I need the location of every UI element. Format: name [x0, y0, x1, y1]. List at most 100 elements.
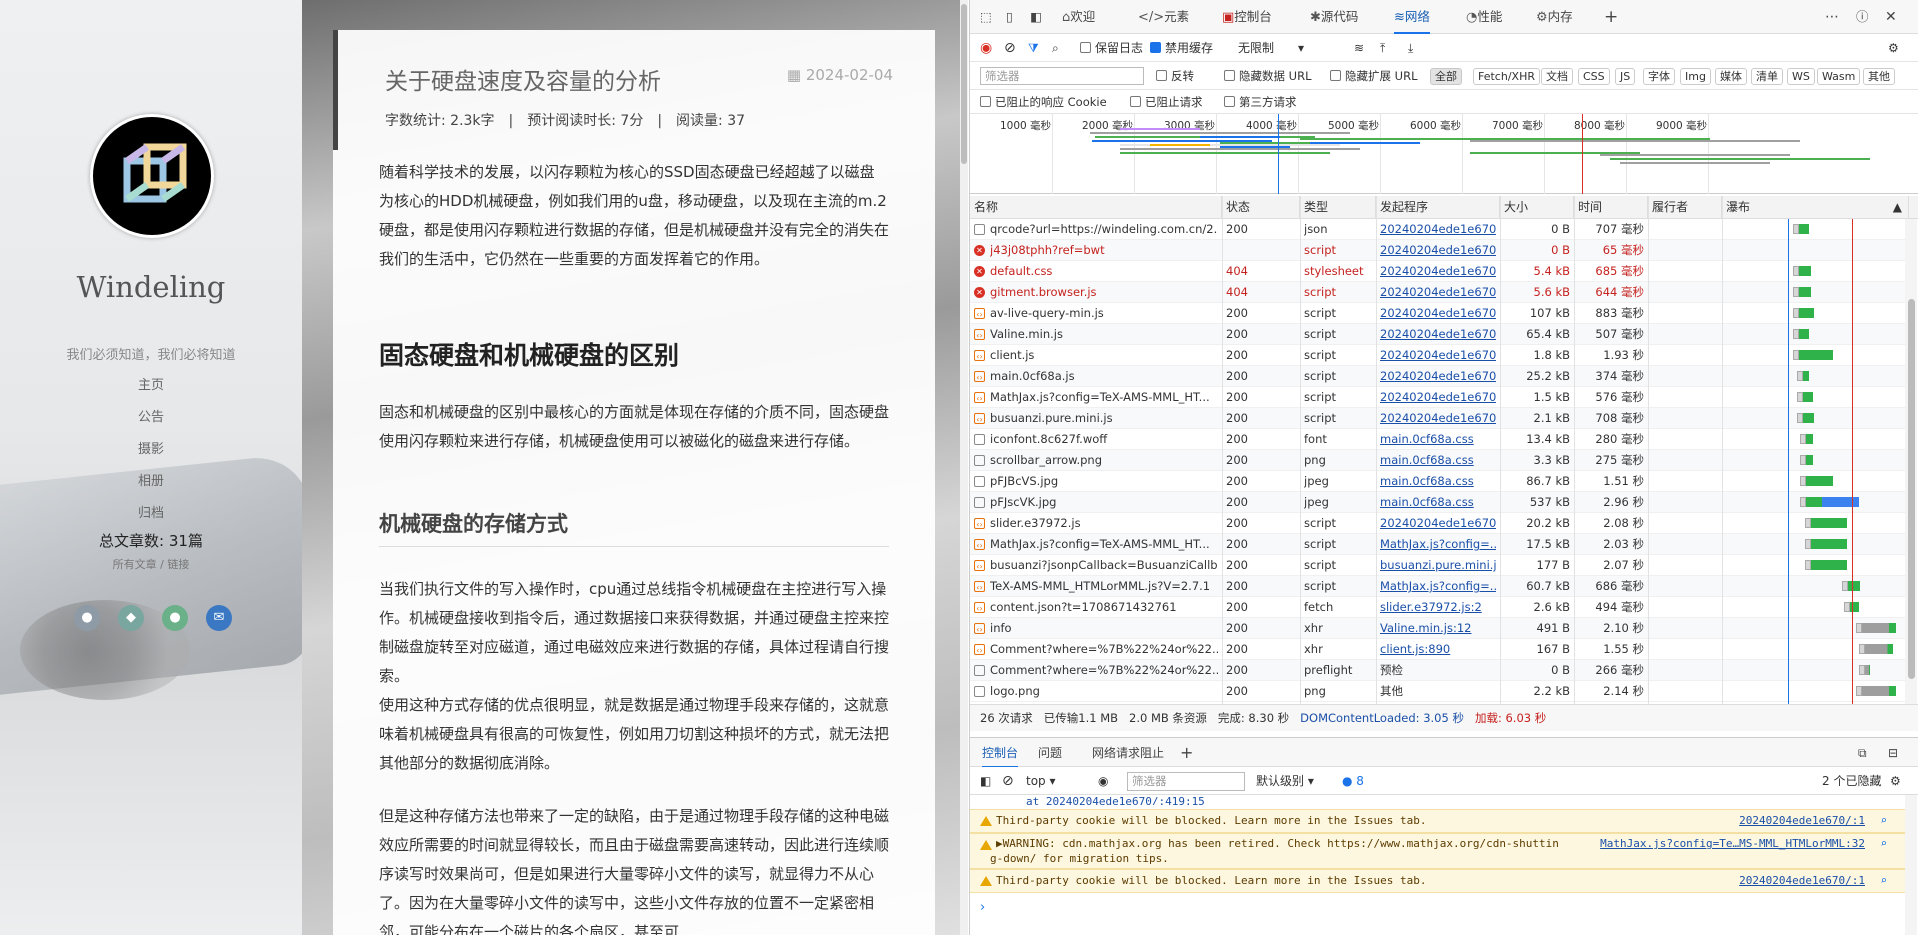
column-separator[interactable]: [1500, 196, 1501, 704]
table-row[interactable]: Comment?where=%7B%22%24or%22... 200 prefli…: [970, 660, 1910, 681]
cell-name[interactable]: scrollbar_arrow.png: [990, 450, 1218, 471]
log-level-select[interactable]: 默认级别 ▾: [1256, 767, 1314, 795]
filter-type-js[interactable]: JS: [1615, 68, 1636, 85]
cell-initiator[interactable]: Valine.min.js:12: [1380, 618, 1496, 639]
table-row[interactable]: ✕ default.css 404 stylesheet 20240204ede1e67…: [970, 261, 1910, 282]
cell-name[interactable]: qrcode?url=https://windeling.com.cn/2...: [990, 219, 1218, 240]
console-stack-line[interactable]: at 20240204ede1e670/:419:15: [1026, 795, 1205, 805]
cell-name[interactable]: pFJBcVS.jpg: [990, 471, 1218, 492]
col-type[interactable]: 类型: [1300, 196, 1376, 219]
cell-initiator[interactable]: main.0cf68a.css: [1380, 492, 1496, 513]
console-prompt-icon[interactable]: ›: [980, 900, 985, 915]
network-overview-timeline[interactable]: 1000 毫秒 2000 毫秒 3000 毫秒 4000 毫秒 5000 毫秒 6000 …: [970, 114, 1918, 194]
console-source-link[interactable]: 20240204ede1e670/:1: [1739, 870, 1865, 892]
cell-name[interactable]: busuanzi?jsonpCallback=BusuanziCallb...: [990, 555, 1218, 576]
cell-name[interactable]: gitment.browser.js: [990, 282, 1218, 303]
table-row[interactable]: ‹› client.js 200 script 20240204ede1e670... 1…: [970, 345, 1910, 366]
tab-elements[interactable]: </> 元素: [1138, 0, 1189, 34]
third-party-checkbox[interactable]: 第三方请求: [1224, 90, 1297, 114]
table-row[interactable]: ‹› MathJax.js?config=TeX-AMS-MML_HT... 200…: [970, 534, 1910, 555]
cell-name[interactable]: slider.e37972.js: [990, 513, 1218, 534]
cell-name[interactable]: busuanzi.pure.mini.js: [990, 408, 1218, 429]
sidebar-toggle-icon[interactable]: ◧: [1030, 0, 1042, 34]
tab-performance[interactable]: ◔ 性能: [1466, 0, 1502, 34]
table-row[interactable]: logo.png 200 png 其他 2.2 kB 2.14 秒: [970, 681, 1910, 702]
email-icon[interactable]: ✉: [206, 605, 232, 631]
hide-data-urls-checkbox[interactable]: 隐藏数据 URL: [1224, 62, 1311, 90]
issues-counter[interactable]: ● 8: [1342, 767, 1364, 795]
table-row[interactable]: ‹› info 200 xhr Valine.min.js:12 491 B 2.10 秒: [970, 618, 1910, 639]
add-tab-icon[interactable]: +: [1604, 0, 1618, 34]
col-waterfall[interactable]: 瀑布 ▲: [1722, 196, 1909, 219]
search-icon[interactable]: ⌕: [1880, 836, 1887, 851]
tab-sources[interactable]: ✱ 源代码: [1310, 0, 1358, 34]
filter-type-manifest[interactable]: 清单: [1751, 68, 1783, 85]
nav-album[interactable]: 相册: [0, 470, 302, 489]
column-separator[interactable]: [1376, 196, 1377, 704]
table-row[interactable]: ‹› main.0cf68a.js 200 script 20240204ede1e67…: [970, 366, 1910, 387]
cell-name[interactable]: MathJax.js?config=TeX-AMS-MML_HT...: [990, 387, 1218, 408]
cell-initiator[interactable]: 20240204ede1e670...: [1380, 408, 1496, 429]
nav-archive[interactable]: 归档: [0, 502, 302, 521]
github-icon[interactable]: ●: [74, 605, 100, 631]
requests-scrollbar[interactable]: [1905, 219, 1917, 704]
console-settings-icon[interactable]: ⚙: [1890, 767, 1901, 795]
filter-type-doc[interactable]: 文档: [1541, 68, 1573, 85]
preserve-log-checkbox[interactable]: 保留日志: [1080, 34, 1143, 62]
device-toggle-icon[interactable]: ▯: [1006, 0, 1013, 34]
filter-type-wasm[interactable]: Wasm: [1817, 68, 1861, 85]
search-icon[interactable]: ⌕: [1880, 810, 1887, 832]
site-name[interactable]: Windeling: [0, 270, 302, 304]
column-separator[interactable]: [1574, 196, 1575, 704]
eye-icon[interactable]: ◉: [1098, 767, 1108, 795]
filter-type-all[interactable]: 全部: [1430, 68, 1462, 85]
cell-name[interactable]: default.css: [990, 261, 1218, 282]
wechat-icon[interactable]: ●: [162, 605, 188, 631]
nav-home[interactable]: 主页: [0, 374, 302, 393]
cell-name[interactable]: content.json?t=1708671432761: [990, 597, 1218, 618]
nav-notice[interactable]: 公告: [0, 406, 302, 425]
table-row[interactable]: qrcode?url=https://windeling.com.cn/2...…: [970, 219, 1910, 240]
close-drawer-icon[interactable]: ⊟: [1888, 738, 1898, 768]
post-links[interactable]: 所有文章 / 链接: [0, 556, 302, 572]
disable-cache-checkbox[interactable]: 禁用缓存: [1150, 34, 1213, 62]
hide-ext-urls-checkbox[interactable]: 隐藏扩展 URL: [1330, 62, 1417, 90]
tab-memory[interactable]: ⚙ 内存: [1536, 0, 1573, 34]
console-filter-input[interactable]: 筛选器: [1127, 772, 1245, 791]
table-row[interactable]: pFJscVK.jpg 200 jpeg main.0cf68a.css 537 kB 2…: [970, 492, 1910, 513]
tab-console[interactable]: ▣ 控制台: [1222, 0, 1272, 34]
cell-name[interactable]: Valine.min.js: [990, 324, 1218, 345]
cell-initiator[interactable]: 20240204ede1e670...: [1380, 324, 1496, 345]
blocked-cookies-checkbox[interactable]: 已阻止的响应 Cookie: [980, 90, 1107, 114]
drawer-tab-request-blocking[interactable]: 网络请求阻止: [1092, 738, 1164, 768]
clear-icon[interactable]: ⊘: [1004, 34, 1016, 62]
dock-icon[interactable]: ⧉: [1858, 738, 1867, 768]
cell-name[interactable]: pFJscVK.jpg: [990, 492, 1218, 513]
cell-name[interactable]: MathJax.js?config=TeX-AMS-MML_HT...: [990, 534, 1218, 555]
table-row[interactable]: ‹› av-live-query-min.js 200 script 20240204e…: [970, 303, 1910, 324]
inspect-icon[interactable]: ⬚: [980, 0, 992, 34]
cell-name[interactable]: j43j08tphh?ref=bwt: [990, 240, 1218, 261]
record-icon[interactable]: ◉: [980, 34, 992, 62]
more-options-icon[interactable]: ⋯: [1825, 0, 1839, 34]
cell-initiator[interactable]: 20240204ede1e670...: [1380, 219, 1496, 240]
table-row[interactable]: pFJBcVS.jpg 200 jpeg main.0cf68a.css 86.7 kB…: [970, 471, 1910, 492]
cell-name[interactable]: Comment?where=%7B%22%24or%22...: [990, 639, 1218, 660]
table-row[interactable]: ‹› MathJax.js?config=TeX-AMS-MML_HT... 200…: [970, 387, 1910, 408]
col-time[interactable]: 时间: [1574, 196, 1648, 219]
cell-initiator[interactable]: client.js:890: [1380, 639, 1496, 660]
help-icon[interactable]: ⓘ: [1856, 0, 1869, 34]
tab-welcome[interactable]: ⌂ 欢迎: [1062, 0, 1095, 34]
cell-initiator[interactable]: 20240204ede1e670...: [1380, 282, 1496, 303]
filter-type-css[interactable]: CSS: [1578, 68, 1610, 85]
cell-initiator[interactable]: main.0cf68a.css: [1380, 471, 1496, 492]
console-source-link[interactable]: MathJax.js?config=Te…MS-MML_HTMLorMML:32: [1600, 836, 1865, 851]
table-row[interactable]: ‹› TeX-AMS-MML_HTMLorMML.js?V=2.7.1 200 scr…: [970, 576, 1910, 597]
close-icon[interactable]: ✕: [1885, 0, 1897, 34]
cell-initiator[interactable]: 其他: [1380, 681, 1496, 702]
drawer-tab-console[interactable]: 控制台: [982, 738, 1019, 768]
cell-initiator[interactable]: main.0cf68a.css: [1380, 429, 1496, 450]
col-fulfilled-by[interactable]: 履行者: [1648, 196, 1722, 219]
filter-type-img[interactable]: Img: [1680, 68, 1711, 85]
page-scrollbar[interactable]: [960, 0, 968, 935]
